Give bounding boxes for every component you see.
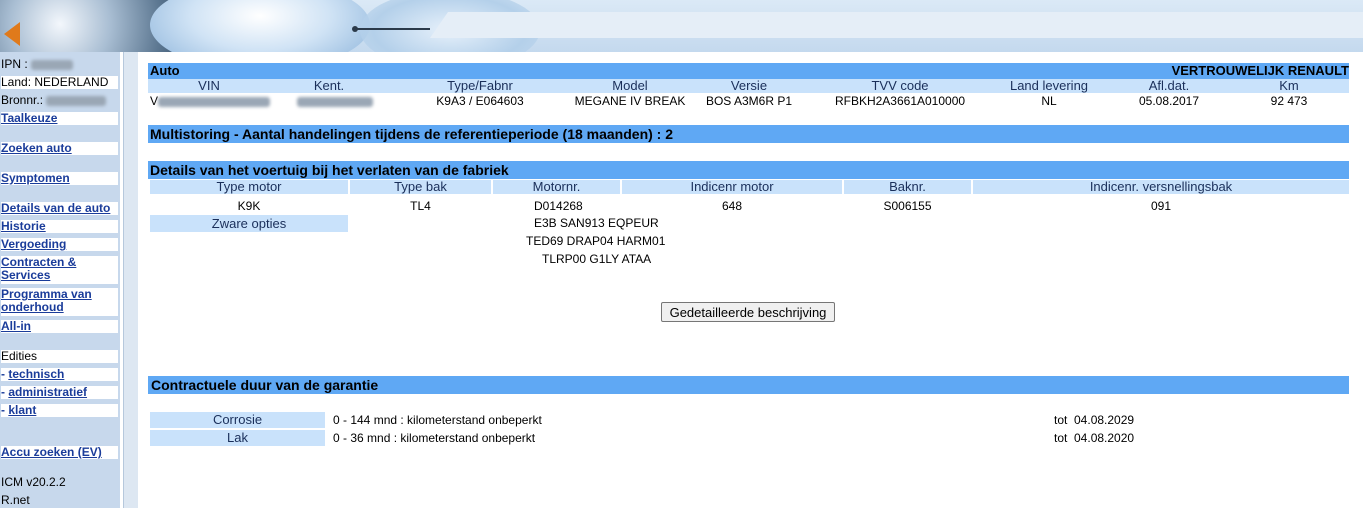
version-label: ICM v20.2.2	[1, 475, 66, 489]
sidebar-scrollbar[interactable]	[123, 52, 138, 508]
administratief-link[interactable]: administratief	[8, 385, 87, 399]
vin-redacted	[158, 96, 271, 107]
header-kent: Kent.	[313, 78, 345, 93]
type-fabnr-value: K9A3 / E064603	[436, 94, 524, 108]
header-baknr: Baknr.	[844, 180, 971, 194]
kent-value	[297, 94, 373, 108]
onderhoud-link[interactable]: onderhoud	[1, 300, 64, 314]
header-land-levering: Land levering	[1009, 78, 1089, 93]
services-link[interactable]: Services	[1, 268, 50, 282]
header-motornr: Motornr.	[493, 180, 620, 194]
kent-redacted	[297, 96, 373, 107]
option-line: TED69 DRAP04 HARM01	[526, 234, 666, 248]
symptomen-item[interactable]: Symptomen	[1, 172, 118, 185]
tvv-code-value: RFBKH2A3661A010000	[834, 94, 966, 108]
historie-item[interactable]: Historie	[1, 220, 118, 233]
multistoring-bar: Multistoring - Aantal handelingen tijden…	[148, 125, 1349, 143]
banner-strip	[430, 12, 1363, 38]
header-tvv-code: TVV code	[871, 78, 929, 93]
type-motor-value: K9K	[237, 199, 261, 213]
historie-link[interactable]: Historie	[1, 219, 46, 233]
header-type-bak: Type bak	[350, 180, 491, 194]
auto-title: Auto	[150, 63, 180, 78]
confidential-label: VERTROUWELIJK RENAULT	[1171, 63, 1349, 78]
auto-section-header: Auto VERTROUWELIJK RENAULT	[148, 63, 1349, 79]
all-in-link[interactable]: All-in	[1, 319, 31, 333]
km-value: 92 473	[1270, 94, 1308, 108]
back-arrow-icon[interactable]	[4, 22, 20, 46]
zoeken-auto-item[interactable]: Zoeken auto	[1, 142, 118, 155]
symptomen-link[interactable]: Symptomen	[1, 171, 70, 185]
ipn-label: IPN :	[1, 57, 32, 71]
type-bak-value: TL4	[410, 199, 431, 213]
header-banner	[0, 0, 1363, 52]
lak-desc: 0 - 36 mnd : kilometerstand onbeperkt	[333, 431, 536, 445]
indicenr-versnellingsbak-value: 091	[1150, 199, 1172, 213]
header-type-fabnr: Type/Fabnr	[447, 78, 513, 93]
vin-prefix: V	[150, 94, 159, 108]
option-line: E3B SAN913 EQPEUR	[534, 216, 659, 230]
rnet-label: R.net	[1, 493, 30, 507]
ipn-line: IPN :	[1, 58, 118, 71]
details-link[interactable]: Details van de auto	[1, 201, 110, 215]
klant-item[interactable]: - klant	[1, 404, 118, 417]
bronnr-label: Bronnr.:	[1, 93, 44, 107]
klant-link[interactable]: klant	[8, 403, 36, 417]
all-in-item[interactable]: All-in	[1, 320, 118, 333]
details-item[interactable]: Details van de auto	[1, 202, 118, 215]
land-levering-value: NL	[1041, 94, 1057, 108]
header-afl-dat: Afl.dat.	[1148, 78, 1190, 93]
detailed-description-button[interactable]: Gedetailleerde beschrijving	[661, 302, 835, 322]
header-model: Model	[612, 78, 648, 93]
ipn-redacted	[31, 59, 74, 70]
corrosie-tot: tot 04.08.2029	[1054, 413, 1135, 427]
header-vin: VIN	[198, 78, 220, 93]
option-line: TLRP00 G1LY ATAA	[542, 252, 652, 266]
technisch-item[interactable]: - technisch	[1, 368, 118, 381]
accu-item[interactable]: Accu zoeken (EV)	[1, 446, 118, 459]
header-versie: Versie	[730, 78, 768, 93]
lak-label: Lak	[150, 430, 325, 446]
corrosie-desc: 0 - 144 mnd : kilometerstand onbeperkt	[333, 413, 542, 427]
banner-highlight	[150, 0, 370, 52]
zoeken-auto-link[interactable]: Zoeken auto	[1, 141, 72, 155]
header-indicenr-motor: Indicenr motor	[622, 180, 842, 194]
banner-line	[355, 28, 430, 30]
taalkeuze-link[interactable]: Taalkeuze	[1, 111, 57, 125]
land-line: Land: NEDERLAND	[1, 76, 118, 89]
garantie-section-header: Contractuele duur van de garantie	[148, 376, 1349, 394]
contracten-link[interactable]: Contracten &	[1, 255, 76, 269]
contracten-item[interactable]: Contracten & Services	[1, 256, 118, 284]
header-type-motor: Type motor	[150, 180, 348, 194]
bronnr-line: Bronnr.:	[1, 94, 118, 107]
bronnr-redacted	[46, 95, 107, 106]
header-km: Km	[1279, 78, 1299, 93]
taalkeuze-item[interactable]: Taalkeuze	[1, 112, 118, 125]
corrosie-label: Corrosie	[150, 412, 325, 428]
motornr-value: D014268	[534, 199, 583, 213]
vergoeding-link[interactable]: Vergoeding	[1, 237, 66, 251]
programma-item[interactable]: Programma van onderhoud	[1, 288, 118, 316]
afl-dat-value: 05.08.2017	[1138, 94, 1200, 108]
programma-link[interactable]: Programma van	[1, 287, 92, 301]
vergoeding-item[interactable]: Vergoeding	[1, 238, 118, 251]
edities-heading: Edities	[1, 350, 118, 363]
versie-value: BOS A3M6R P1	[705, 94, 793, 108]
zware-opties-label: Zware opties	[150, 215, 348, 232]
baknr-value: S006155	[883, 199, 932, 213]
details-section-header: Details van het voertuig bij het verlate…	[148, 161, 1349, 179]
banner-dot	[352, 26, 358, 32]
accu-link[interactable]: Accu zoeken (EV)	[1, 445, 102, 459]
header-indicenr-versnellingsbak: Indicenr. versnellingsbak	[973, 180, 1349, 194]
technisch-link[interactable]: technisch	[8, 367, 64, 381]
vin-value: V	[150, 94, 271, 108]
indicenr-motor-value: 648	[721, 199, 743, 213]
administratief-item[interactable]: - administratief	[1, 386, 118, 399]
lak-tot: tot 04.08.2020	[1054, 431, 1135, 445]
model-value: MEGANE IV BREAK	[574, 94, 686, 108]
